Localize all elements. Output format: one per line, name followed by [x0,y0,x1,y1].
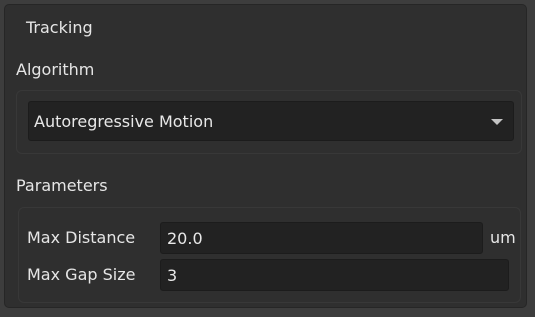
algorithm-dropdown[interactable]: Autoregressive Motion [28,101,514,141]
max-distance-unit: um [490,228,516,247]
parameters-section-label: Parameters [16,176,108,195]
max-gap-size-field[interactable] [160,259,509,291]
max-gap-size-label: Max Gap Size [27,265,136,284]
chevron-down-icon[interactable] [491,119,503,125]
panel-title: Tracking [26,18,93,37]
algorithm-dropdown-value: Autoregressive Motion [34,112,214,131]
algorithm-section-label: Algorithm [16,60,95,79]
max-distance-field[interactable] [160,222,483,254]
max-distance-label: Max Distance [27,228,136,247]
